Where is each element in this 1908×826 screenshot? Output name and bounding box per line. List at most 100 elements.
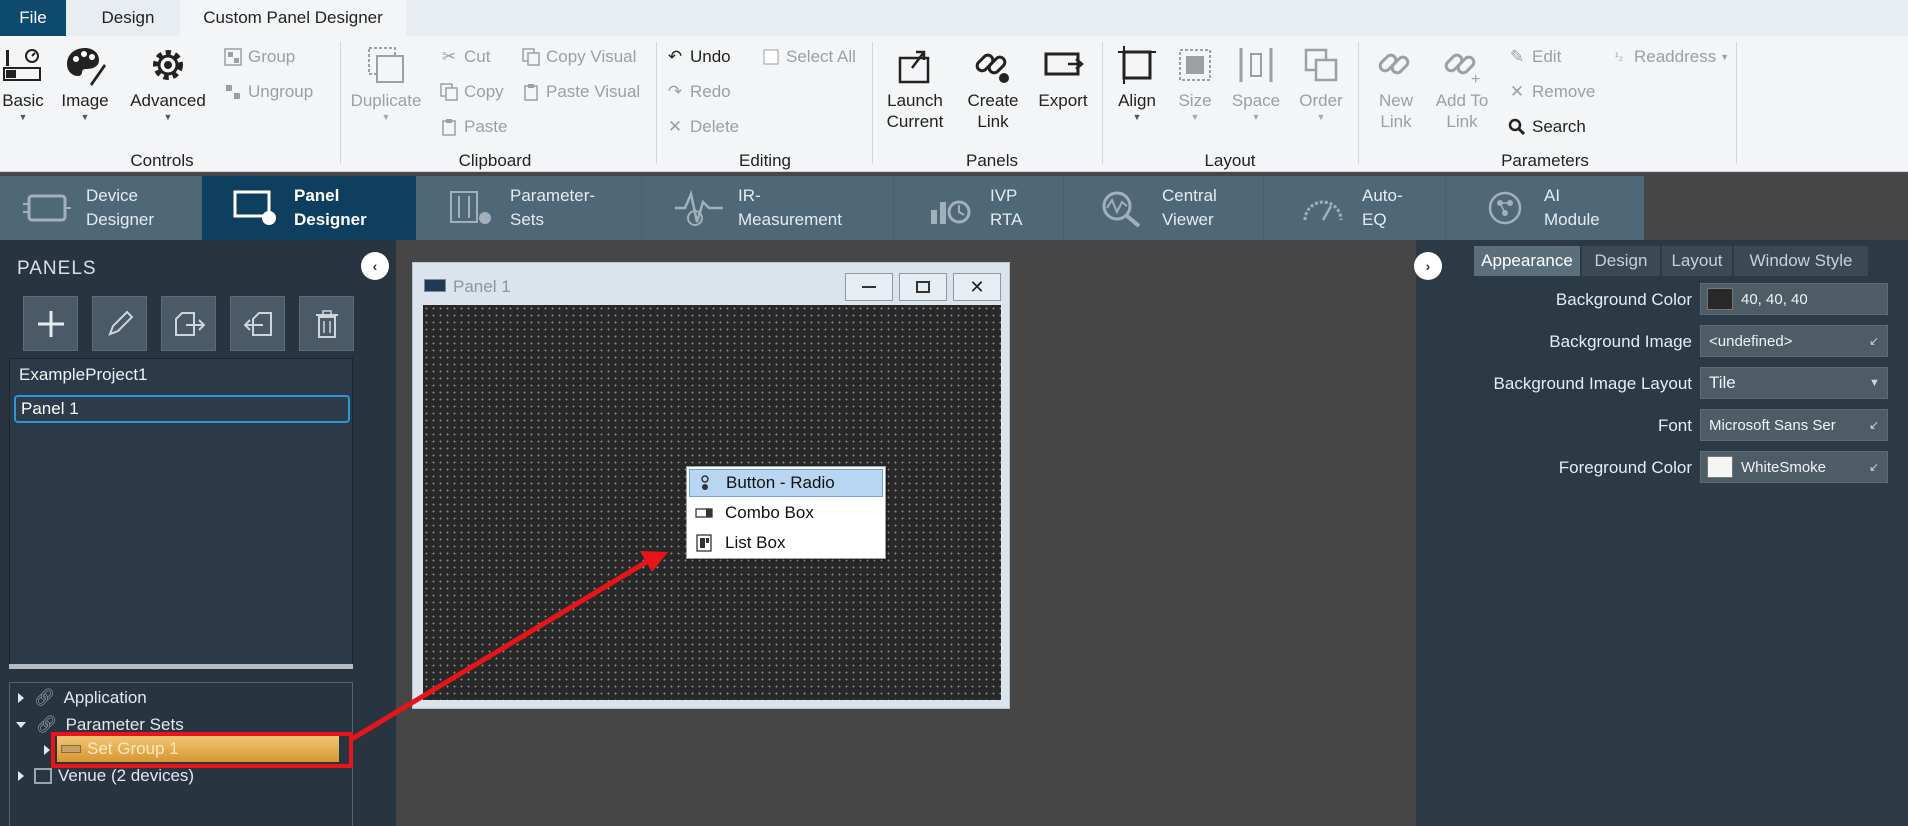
group-button[interactable]: Group bbox=[222, 44, 295, 70]
launch-label-1: Launch bbox=[887, 91, 943, 110]
panels-group-label: Panels bbox=[966, 151, 1018, 170]
viewer-magnifier-icon bbox=[1096, 181, 1150, 235]
export-button[interactable]: Export bbox=[1034, 42, 1092, 111]
size-button[interactable]: Size ▼ bbox=[1172, 42, 1218, 123]
plus-icon bbox=[37, 310, 64, 337]
tree-item-venue[interactable]: Venue (2 devices) bbox=[18, 765, 194, 787]
readdress-button[interactable]: ¹₂ Readdress ▼ bbox=[1608, 44, 1729, 70]
pencil-icon bbox=[107, 310, 133, 336]
basic-button[interactable]: Basic ▼ bbox=[0, 42, 46, 123]
prop-label-background-image: Background Image bbox=[1549, 332, 1692, 351]
project-list: ExampleProject1 Panel 1 bbox=[9, 358, 353, 666]
edit-panel-button[interactable] bbox=[92, 296, 147, 351]
tree-item-application[interactable]: 🔗︎ Application bbox=[18, 687, 147, 709]
collapse-right-button[interactable]: › bbox=[1414, 252, 1442, 280]
menu-item-label: Button - Radio bbox=[726, 473, 835, 492]
editing-group-label: Editing bbox=[739, 151, 791, 170]
set-group-selected[interactable]: Set Group 1 bbox=[57, 736, 339, 762]
tab-design[interactable]: Design bbox=[76, 0, 180, 36]
undo-button[interactable]: ↶ Undo bbox=[664, 44, 731, 70]
module-label: IVP bbox=[990, 186, 1018, 205]
picker-arrow-icon[interactable]: ↙ bbox=[1869, 460, 1887, 474]
size-label: Size bbox=[1178, 91, 1212, 110]
launch-current-button[interactable]: Launch Current bbox=[880, 42, 950, 132]
tab-layout-props[interactable]: Layout bbox=[1662, 246, 1732, 276]
gauge-icon bbox=[1296, 181, 1350, 235]
menu-item-combo-box[interactable]: Combo Box bbox=[689, 499, 883, 527]
tree-item-parameter-sets[interactable]: 🔗︎ Parameter Sets bbox=[16, 714, 184, 736]
add-panel-button[interactable] bbox=[23, 296, 78, 351]
advanced-button[interactable]: Advanced ▼ bbox=[128, 42, 208, 123]
align-button[interactable]: Align ▼ bbox=[1112, 42, 1162, 123]
prop-foreground-color[interactable]: WhiteSmoke ↙ bbox=[1700, 451, 1888, 483]
import-panel-button[interactable] bbox=[230, 296, 285, 351]
cut-button[interactable]: ✂ Cut bbox=[438, 44, 491, 70]
chevron-down-icon: ▼ bbox=[1316, 112, 1326, 122]
module-central-viewer[interactable]: Central Viewer bbox=[1064, 176, 1264, 240]
tab-file[interactable]: File bbox=[0, 0, 66, 36]
duplicate-button[interactable]: Duplicate ▼ bbox=[348, 42, 424, 123]
module-parameter-sets[interactable]: Parameter- Sets bbox=[416, 176, 642, 240]
close-button[interactable]: ✕ bbox=[953, 273, 1001, 301]
new-link-icon bbox=[1373, 42, 1419, 88]
paste-visual-button[interactable]: Paste Visual bbox=[520, 79, 640, 105]
copy-button[interactable]: Copy bbox=[438, 79, 504, 105]
link-icon bbox=[970, 42, 1016, 88]
module-panel-designer[interactable]: Panel Designer bbox=[202, 176, 416, 240]
create-link-button[interactable]: Create Link bbox=[962, 42, 1024, 132]
tree-label: Venue (2 devices) bbox=[58, 766, 195, 785]
edit-button[interactable]: ✎ Edit bbox=[1506, 44, 1561, 70]
export-icon bbox=[1040, 42, 1086, 88]
prop-value: Tile bbox=[1709, 373, 1736, 392]
minimize-button[interactable] bbox=[845, 273, 893, 301]
delete-button[interactable]: ✕ Delete bbox=[664, 114, 739, 140]
picker-arrow-icon[interactable]: ↙ bbox=[1869, 418, 1887, 432]
module-ivp-rta[interactable]: IVP RTA bbox=[894, 176, 1064, 240]
parameters-group-label: Parameters bbox=[1501, 151, 1589, 170]
paste-button[interactable]: Paste bbox=[438, 114, 507, 140]
add-to-link-button[interactable]: + Add To Link bbox=[1430, 42, 1494, 132]
collapse-left-button[interactable]: ‹ bbox=[361, 252, 389, 280]
prop-label-background-color: Background Color bbox=[1555, 290, 1692, 309]
prop-font[interactable]: Microsoft Sans Ser ↙ bbox=[1700, 409, 1888, 441]
panel-titlebar[interactable]: Panel 1 ✕ bbox=[413, 263, 1009, 303]
picker-arrow-icon[interactable]: ↙ bbox=[1869, 334, 1887, 348]
module-ai-module[interactable]: AI Module bbox=[1446, 176, 1644, 240]
panel-list-item[interactable]: Panel 1 bbox=[14, 395, 350, 423]
prop-background-image-layout-select[interactable]: Tile ▼ bbox=[1700, 367, 1888, 399]
image-button[interactable]: Image ▼ bbox=[61, 42, 109, 123]
delete-panel-button[interactable] bbox=[299, 296, 354, 351]
redo-button[interactable]: ↷ Redo bbox=[664, 79, 731, 105]
tab-window-style[interactable]: Window Style bbox=[1734, 246, 1868, 276]
panel-window-icon bbox=[424, 279, 446, 292]
order-button[interactable]: Order ▼ bbox=[1296, 42, 1346, 123]
ungroup-button[interactable]: Ungroup bbox=[222, 79, 313, 105]
new-link-button[interactable]: New Link bbox=[1368, 42, 1424, 132]
search-button[interactable]: Search bbox=[1506, 114, 1586, 140]
layout-group-label: Layout bbox=[1204, 151, 1256, 170]
remove-button[interactable]: ✕ Remove bbox=[1506, 79, 1595, 105]
module-label: Device bbox=[86, 186, 138, 205]
dropdown-arrow-icon[interactable]: ▼ bbox=[1869, 377, 1887, 389]
prop-background-image[interactable]: <undefined> ↙ bbox=[1700, 325, 1888, 357]
module-ir-measurement[interactable]: IR- Measurement bbox=[642, 176, 894, 240]
menu-item-button-radio[interactable]: Button - Radio bbox=[689, 469, 883, 497]
prop-value: WhiteSmoke bbox=[1741, 458, 1827, 476]
tab-design-props[interactable]: Design bbox=[1582, 246, 1660, 276]
menu-item-list-box[interactable]: List Box bbox=[689, 529, 883, 557]
tab-appearance[interactable]: Appearance bbox=[1474, 246, 1580, 276]
copy-visual-button[interactable]: Copy Visual bbox=[520, 44, 636, 70]
properties-panel: › Appearance Design Layout Window Style … bbox=[1414, 240, 1908, 826]
prop-label-foreground-color: Foreground Color bbox=[1558, 458, 1692, 477]
splitter[interactable] bbox=[9, 664, 353, 669]
maximize-button[interactable] bbox=[899, 273, 947, 301]
space-button[interactable]: Space ▼ bbox=[1232, 42, 1280, 123]
module-device-designer[interactable]: Device Designer bbox=[0, 176, 202, 240]
prop-background-color[interactable]: 40, 40, 40 bbox=[1700, 283, 1888, 315]
export-panel-button[interactable] bbox=[161, 296, 216, 351]
select-all-checkbox[interactable]: Select All bbox=[760, 44, 856, 70]
tab-custom-panel-designer[interactable]: Custom Panel Designer bbox=[180, 0, 406, 36]
color-swatch bbox=[1707, 456, 1733, 478]
brain-icon bbox=[1478, 181, 1532, 235]
module-auto-eq[interactable]: Auto- EQ bbox=[1264, 176, 1446, 240]
